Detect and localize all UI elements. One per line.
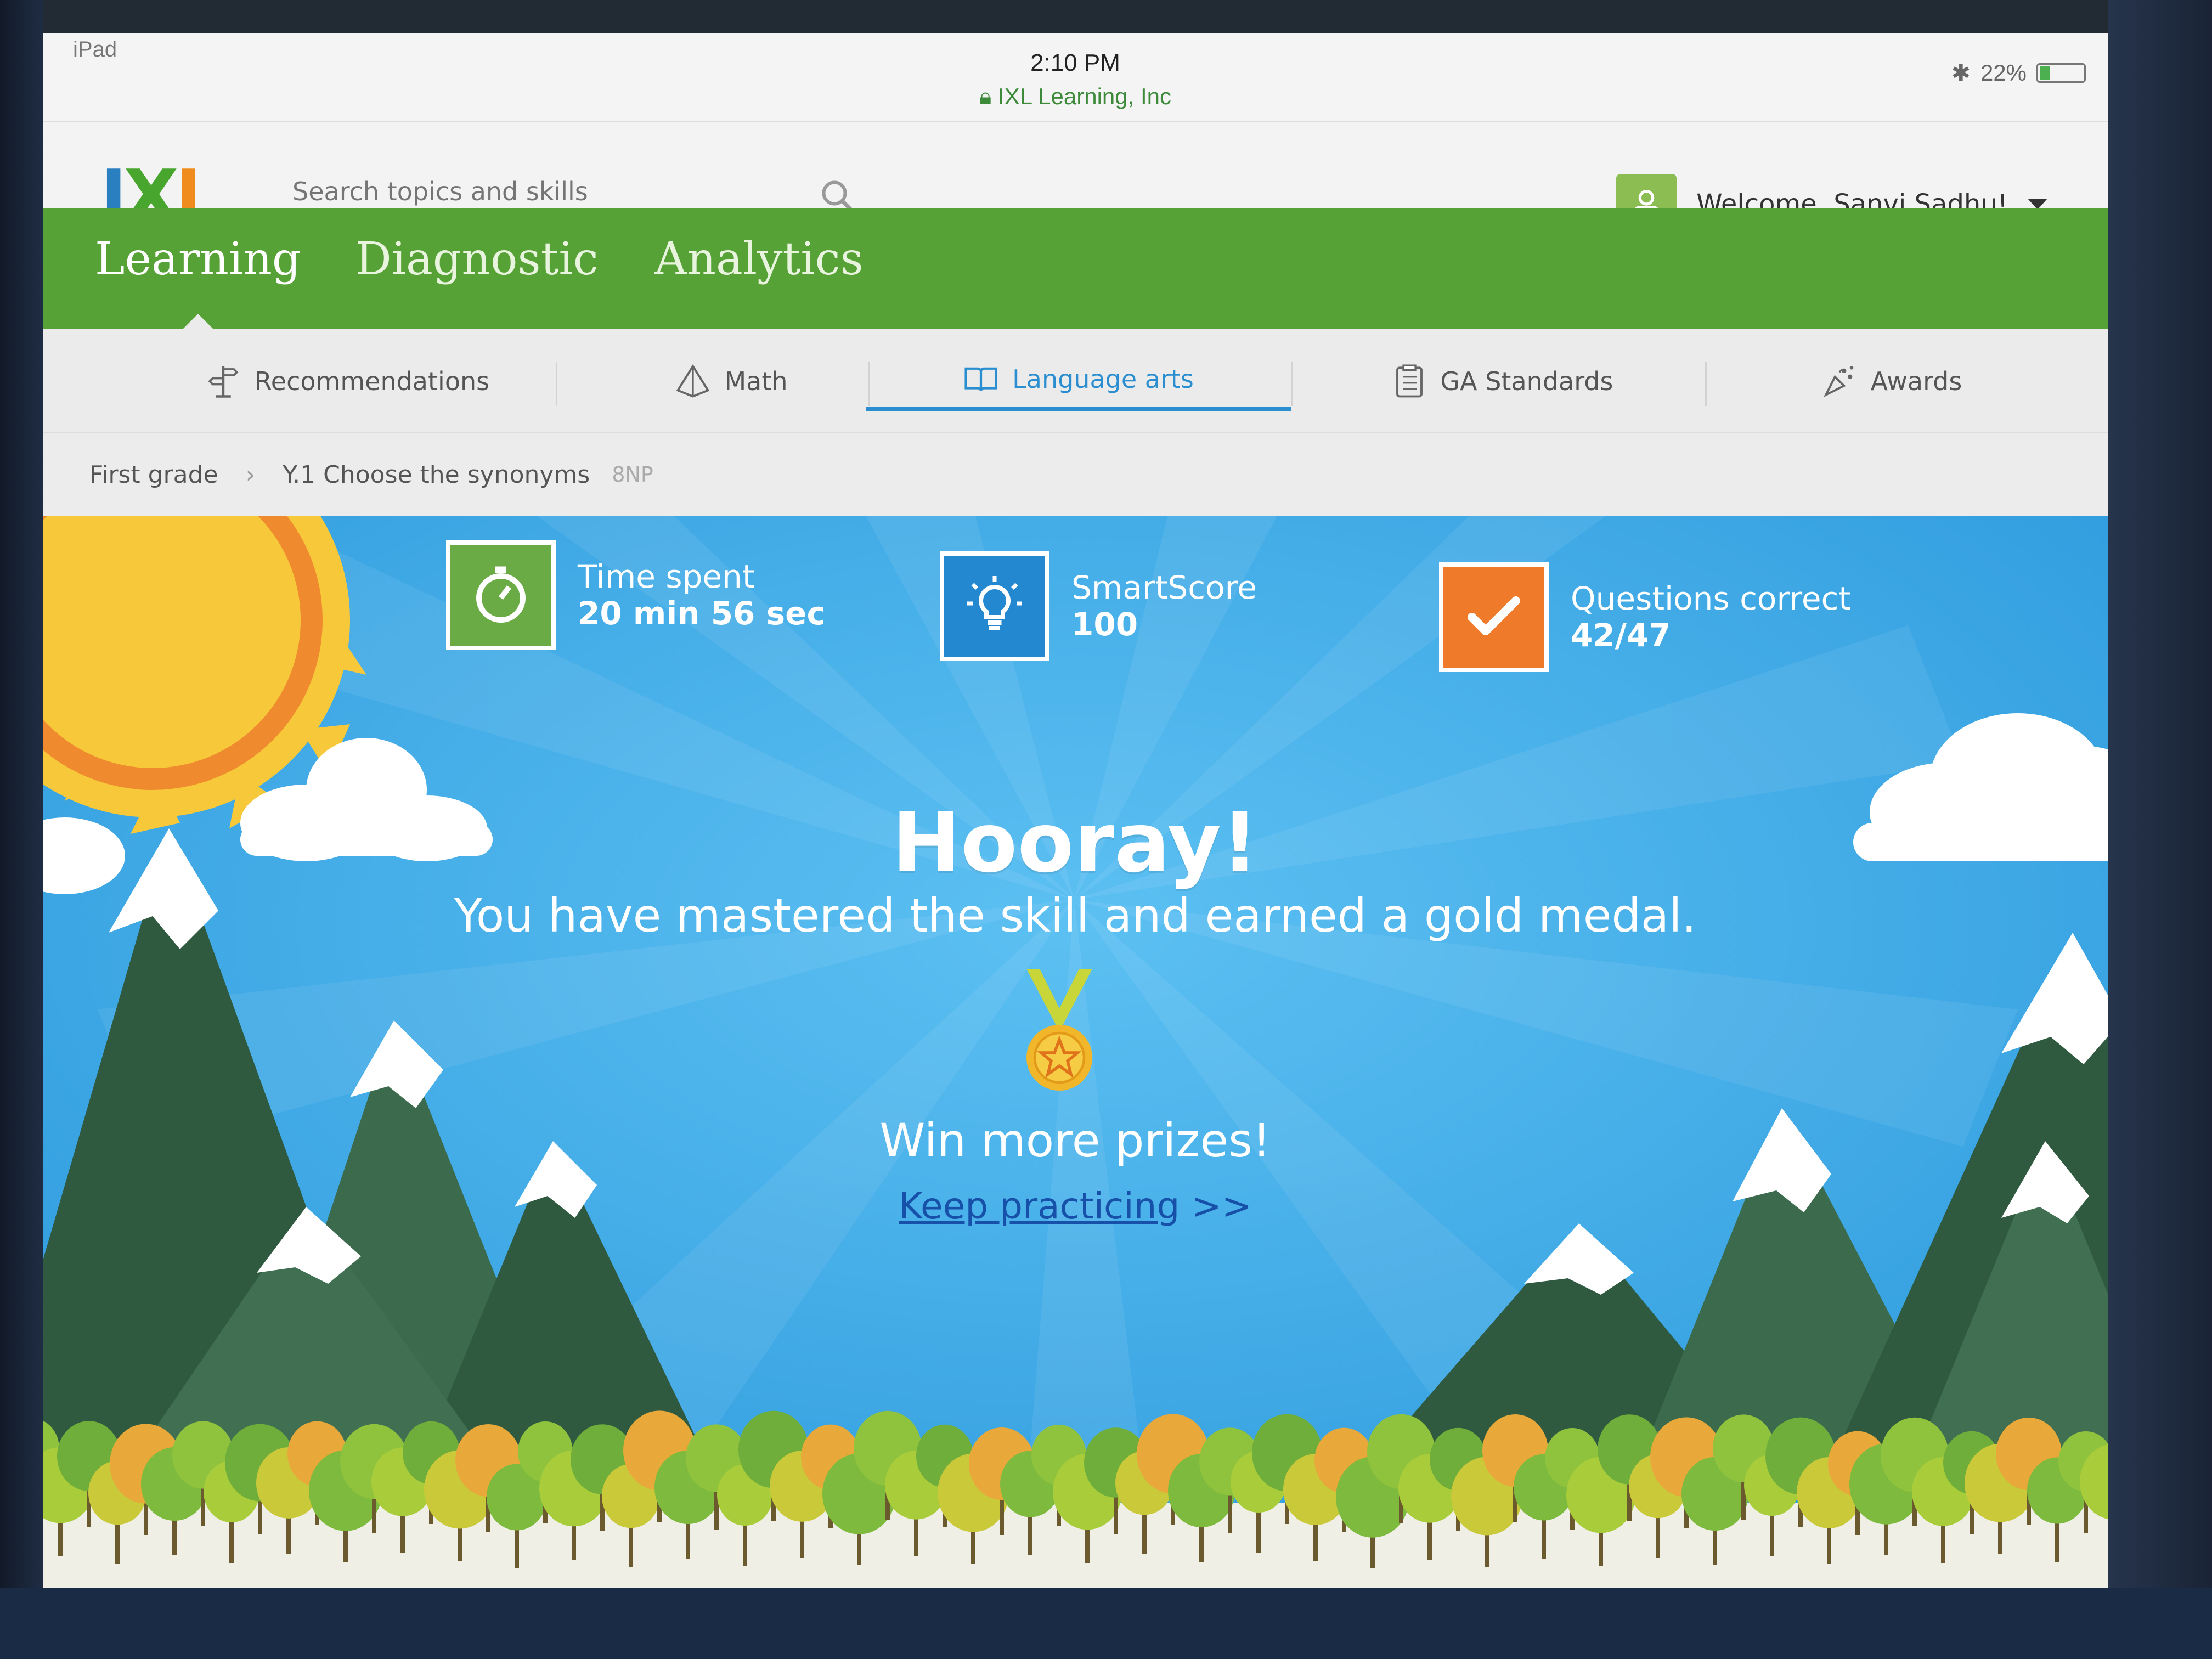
device-bezel-left (0, 0, 43, 1659)
site-name[interactable]: 🔒︎ IXL Learning, Inc (43, 83, 2108, 110)
clipboard-icon (1396, 364, 1423, 398)
breadcrumb: First grade › Y.1 Choose the synonyms 8N… (43, 433, 2108, 516)
celebration-scene: Time spent 20 min 56 sec SmartScore 100 … (43, 516, 2108, 1588)
status-right: ✱ 22% (1951, 59, 2086, 86)
time-spent-value: 20 min 56 sec (578, 595, 826, 632)
breadcrumb-grade[interactable]: First grade (89, 461, 218, 489)
site-label: IXL Learning, Inc (998, 83, 1171, 109)
keep-practicing-arrows: >> (1191, 1185, 1252, 1227)
divider (556, 362, 557, 406)
chevron-right-icon: › (245, 460, 256, 489)
time-spent-label: Time spent (578, 558, 755, 596)
tab-math[interactable]: Math (602, 351, 860, 411)
questions-correct-value: 42/47 (1571, 617, 1671, 654)
keep-practicing-link[interactable]: Keep practicing (899, 1185, 1180, 1227)
status-bar: iPad 2:10 PM 🔒︎ IXL Learning, Inc ✱ 22% (43, 33, 2108, 121)
time-spent-stat: Time spent 20 min 56 sec (446, 540, 826, 650)
status-time: 2:10 PM (1030, 49, 1120, 76)
gold-medal-icon (1026, 969, 1092, 1091)
battery-icon (2036, 63, 2086, 83)
device-bezel-right (2108, 0, 2212, 1659)
questions-correct-label: Questions correct (1571, 580, 1852, 618)
checkmark-icon (1439, 562, 1549, 672)
signpost-icon (208, 366, 239, 398)
search-input[interactable] (292, 177, 786, 206)
awards-icon (1823, 365, 1853, 398)
divider (1291, 362, 1293, 406)
mastery-message: You have mastered the skill and earned a… (454, 889, 1697, 943)
tab-recommendations-label: Recommendations (254, 366, 490, 396)
ipad-screen: iPad 2:10 PM 🔒︎ IXL Learning, Inc ✱ 22% … (43, 33, 2108, 1588)
tab-learning[interactable]: Learning (95, 233, 301, 285)
main-nav: Learning Diagnostic Analytics (43, 208, 2108, 329)
device-bezel-top (0, 0, 2212, 33)
chevron-down-icon (2028, 199, 2047, 210)
pyramid-icon (676, 364, 710, 398)
bluetooth-icon: ✱ (1951, 60, 1971, 86)
tab-diagnostic[interactable]: Diagnostic (356, 233, 599, 285)
divider (1705, 362, 1707, 406)
breadcrumb-skill: Y.1 Choose the synonyms (283, 460, 590, 489)
skill-code: 8NP (612, 462, 653, 487)
tab-ga-standards-label: GA Standards (1440, 366, 1613, 396)
win-more-prizes-text: Win more prizes! (879, 1114, 1271, 1167)
questions-correct-stat: Questions correct 42/47 (1439, 562, 1851, 672)
tab-analytics[interactable]: Analytics (654, 233, 864, 285)
stopwatch-icon (446, 540, 556, 650)
hooray-heading: Hooray! (891, 795, 1259, 891)
tab-awards-label: Awards (1870, 366, 1962, 396)
battery-percent: 22% (1980, 59, 2027, 86)
book-icon (964, 367, 997, 392)
keep-practicing: Keep practicing >> (43, 1185, 2108, 1227)
tab-ga-standards[interactable]: GA Standards (1321, 351, 1683, 411)
tab-math-label: Math (724, 366, 788, 396)
device-bezel-bottom (0, 1588, 2212, 1659)
smartscore-stat: SmartScore 100 (940, 551, 1257, 661)
tab-recommendations[interactable]: Recommendations (183, 351, 512, 411)
tab-language-arts-label: Language arts (1012, 364, 1194, 394)
smartscore-label: SmartScore (1071, 569, 1257, 607)
lightbulb-icon (940, 551, 1049, 661)
tab-language-arts[interactable]: Language arts (866, 351, 1291, 411)
active-tab-pointer (183, 314, 213, 329)
subject-nav: Recommendations Math Language arts GA St… (43, 329, 2108, 433)
smartscore-value: 100 (1071, 606, 1138, 643)
tab-awards[interactable]: Awards (1749, 351, 2034, 411)
lock-icon: 🔒︎ (979, 83, 998, 109)
